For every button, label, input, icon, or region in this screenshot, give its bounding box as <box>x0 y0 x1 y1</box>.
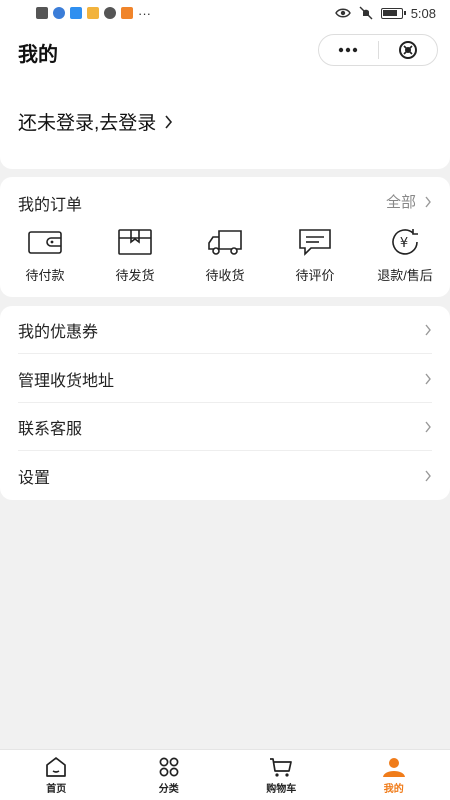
login-text: 还未登录,去登录 <box>18 113 157 134</box>
menu-item-label: 设置 <box>18 470 51 487</box>
status-right-icons: 5:08 <box>334 5 436 21</box>
app-icon <box>53 7 65 19</box>
chevron-right-icon <box>425 421 431 432</box>
package-icon <box>118 229 152 255</box>
menu-item-customer-service[interactable]: 联系客服 <box>18 403 432 451</box>
mute-icon <box>359 6 373 20</box>
bottom-tab-bar: 首页 分类 购物车 我的 <box>0 749 450 800</box>
tab-cart[interactable]: 购物车 <box>225 750 338 800</box>
status-left-icons: ··· <box>36 6 151 21</box>
wallet-icon <box>28 231 62 254</box>
user-icon <box>382 757 405 777</box>
order-item-label: 待发货 <box>115 268 155 283</box>
order-status-list: 待付款 待发货 待收货 待评价 ¥ 退款/售后 <box>0 227 450 284</box>
chevron-right-icon <box>425 324 431 335</box>
order-pending-shipment[interactable]: 待发货 <box>90 227 180 284</box>
comment-icon <box>299 229 331 256</box>
tab-category[interactable]: 分类 <box>113 750 226 800</box>
menu-item-settings[interactable]: 设置 <box>18 452 432 500</box>
home-icon <box>46 756 67 777</box>
svg-text:¥: ¥ <box>400 236 408 251</box>
order-item-label: 待评价 <box>295 268 335 283</box>
truck-icon <box>208 230 242 255</box>
app-icon <box>87 7 99 19</box>
close-button[interactable] <box>378 35 437 65</box>
mini-program-capsule <box>318 34 438 66</box>
login-link[interactable]: 还未登录,去登录 <box>18 108 173 135</box>
tab-label: 首页 <box>46 783 67 795</box>
app-icon <box>70 7 82 19</box>
close-circle-icon <box>398 41 417 59</box>
chevron-right-icon <box>425 373 431 384</box>
chevron-right-icon <box>425 470 431 482</box>
menu-card: 我的优惠券 管理收货地址 联系客服 设置 <box>0 306 450 500</box>
header-card: 我的 还未登录,去登录 <box>0 26 450 169</box>
menu-item-address[interactable]: 管理收货地址 <box>18 355 432 403</box>
more-dots-icon <box>339 47 358 53</box>
order-pending-review[interactable]: 待评价 <box>270 227 360 284</box>
menu-item-coupons[interactable]: 我的优惠券 <box>18 306 432 354</box>
orders-all-link[interactable]: 全部 <box>386 191 432 212</box>
chevron-right-icon <box>425 196 431 207</box>
order-refund-aftersale[interactable]: ¥ 退款/售后 <box>360 227 450 284</box>
status-more: ··· <box>138 5 151 21</box>
tab-home[interactable]: 首页 <box>0 750 113 800</box>
orders-all-label: 全部 <box>385 194 416 211</box>
tab-label: 我的 <box>383 783 404 795</box>
battery-icon <box>380 7 406 19</box>
order-pending-payment[interactable]: 待付款 <box>0 227 90 284</box>
tab-label: 购物车 <box>266 783 297 795</box>
status-time: 5:08 <box>410 5 436 21</box>
tab-mine[interactable]: 我的 <box>338 750 450 800</box>
category-icon <box>159 757 179 776</box>
order-item-label: 待付款 <box>25 268 65 283</box>
app-icon <box>121 7 133 19</box>
more-button[interactable] <box>319 35 378 65</box>
app-icon <box>104 7 116 19</box>
cart-icon <box>270 757 293 777</box>
menu-item-label: 联系客服 <box>18 420 83 438</box>
orders-card: 我的订单 全部 待付款 待发货 待收货 待评价 ¥ 退款/售后 <box>0 177 450 297</box>
eye-icon <box>334 8 351 18</box>
menu-item-label: 我的优惠券 <box>18 323 99 341</box>
page-title: 我的 <box>18 44 58 66</box>
refund-icon: ¥ <box>392 229 418 255</box>
order-item-label: 退款/售后 <box>377 268 433 283</box>
order-pending-receipt[interactable]: 待收货 <box>180 227 270 284</box>
chevron-right-icon <box>165 114 173 129</box>
status-bar: ··· 5:08 <box>0 0 450 26</box>
notification-icon <box>36 7 48 19</box>
menu-item-label: 管理收货地址 <box>18 372 115 390</box>
order-item-label: 待收货 <box>205 268 245 283</box>
tab-label: 分类 <box>158 783 179 795</box>
orders-title: 我的订单 <box>18 197 83 214</box>
